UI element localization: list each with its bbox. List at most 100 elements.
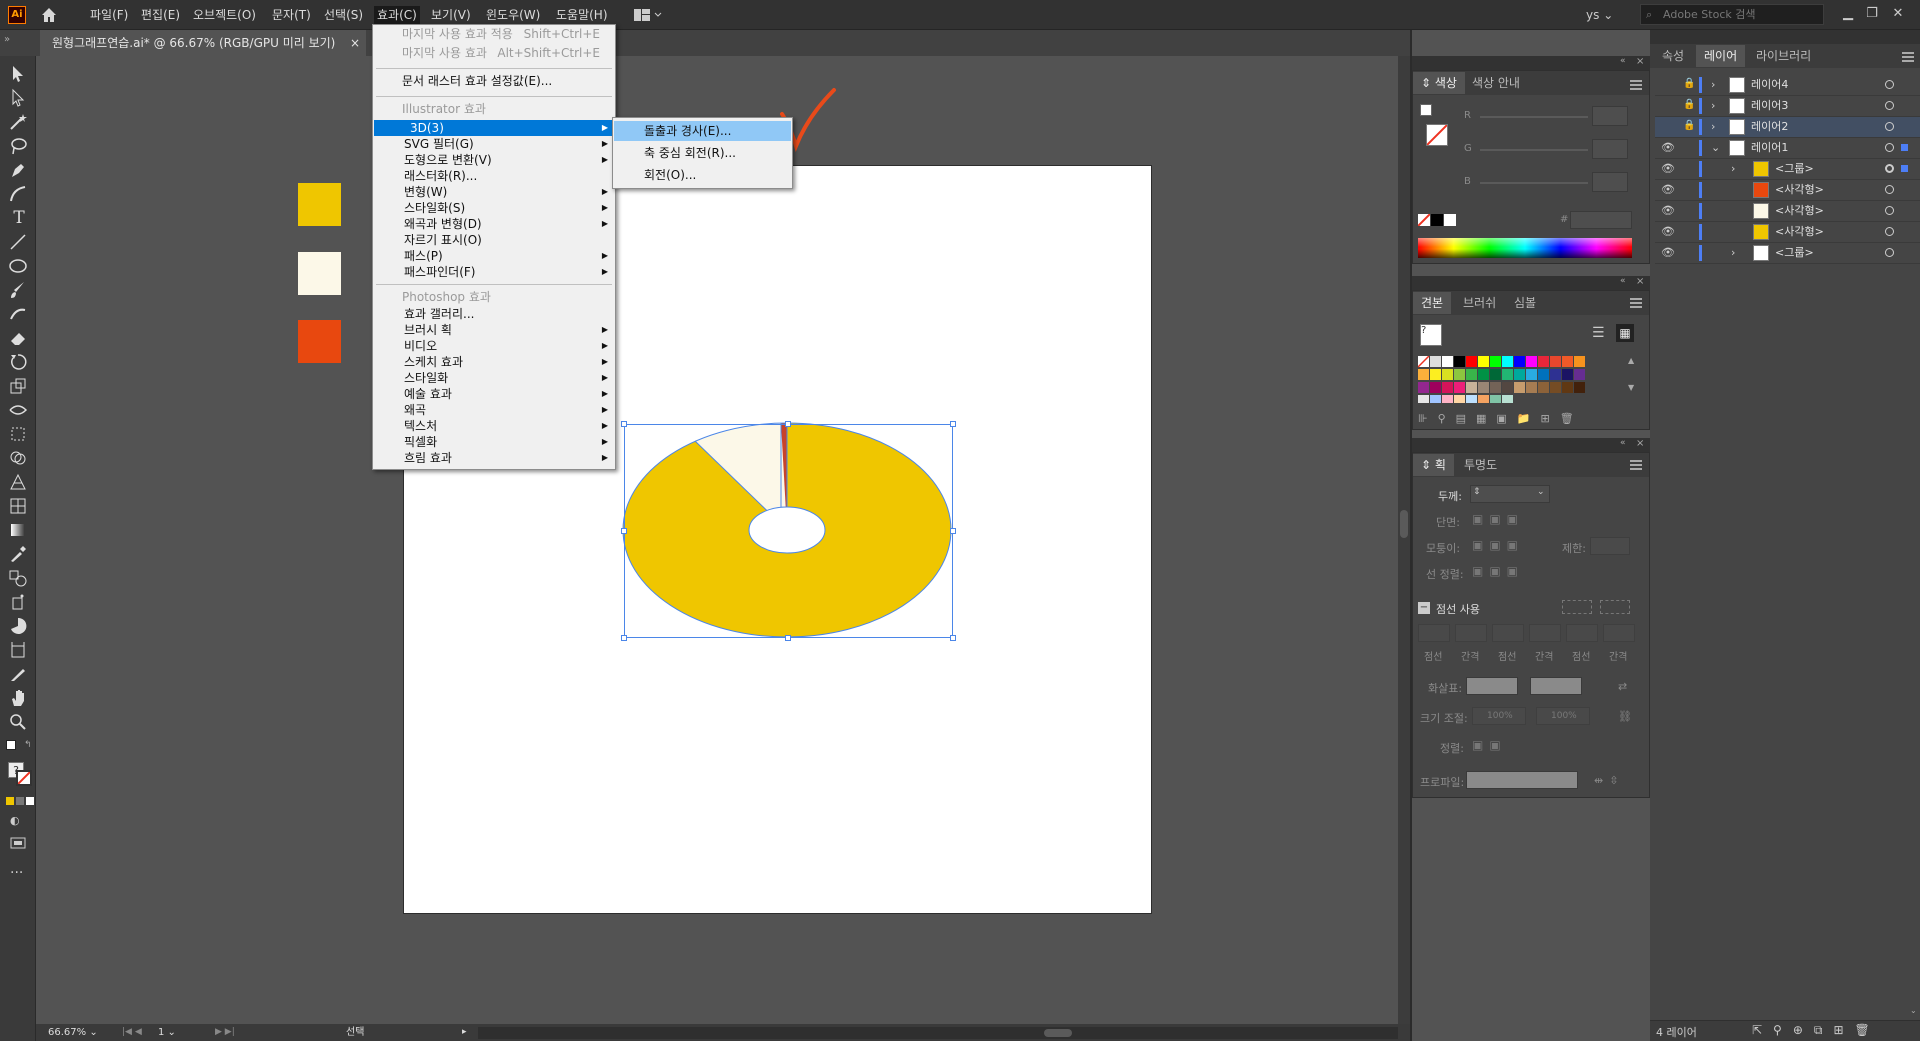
menu-item-warp[interactable]: 왜곡과 변형(D) ▶ [374,216,614,232]
eye-icon[interactable]: 👁 [1661,226,1675,238]
menu-item-artistic[interactable]: 예술 효과 ▶ [374,386,614,402]
scrollbar-thumb[interactable] [1400,510,1408,538]
home-icon[interactable] [40,6,58,24]
limit-field[interactable] [1590,537,1630,555]
gradient-tool-icon[interactable] [8,520,30,540]
menu-item-rotate[interactable]: 회전(O)... [614,165,791,185]
menu-item-last-effect[interactable]: 마지막 사용 효과 Alt+Shift+Ctrl+E [374,45,614,61]
close-panels-icon[interactable]: × [1636,56,1644,67]
minimize-icon[interactable]: ▁ [1838,4,1858,24]
draw-mode-icon[interactable]: ◐ [10,814,26,828]
stepper-icon[interactable]: ⇕ [1473,487,1481,497]
eyedropper-tool-icon[interactable] [8,544,30,564]
close-panels-icon[interactable]: × [1636,276,1644,287]
menu-item-path[interactable]: 패스(P) ▶ [374,248,614,264]
tab-brushes[interactable]: 브러쉬 [1455,292,1504,314]
menu-item-stylize[interactable]: 스타일화(S) ▶ [374,200,614,216]
hex-field[interactable] [1570,211,1632,229]
layer-row[interactable]: 👁 <사각형> [1655,222,1920,243]
panel-menu-icon[interactable] [1630,460,1642,470]
menu-help[interactable]: 도움말(H) [553,6,611,24]
profile-select[interactable] [1466,771,1578,789]
arrow-align-buttons[interactable]: ▣▣ [1472,738,1512,754]
line-tool-icon[interactable] [8,232,30,252]
collapse-panels-icon[interactable]: « [1620,438,1626,448]
graph-tool-icon[interactable] [8,616,30,636]
lock-icon[interactable]: 🔒 [1683,120,1695,132]
shaper-tool-icon[interactable] [8,304,30,324]
target-icon[interactable] [1885,185,1894,194]
menu-item-distort[interactable]: 왜곡 ▶ [374,402,614,418]
panel-menu-icon[interactable] [1902,52,1914,62]
dash-field[interactable] [1566,624,1598,642]
selection-handle[interactable] [621,528,627,534]
user-account[interactable]: ys ⌄ [1586,6,1626,24]
grid-view-icon[interactable]: ▦ [1616,324,1634,342]
mesh-tool-icon[interactable] [8,496,30,516]
more-tools-icon[interactable]: ··· [10,866,30,882]
document-tab[interactable]: 원형그래프연습.ai* @ 66.67% (RGB/GPU 미리 보기) [40,30,366,56]
eye-icon[interactable]: 👁 [1661,205,1675,217]
collapse-toolbar-icon[interactable]: » [4,34,18,48]
menu-item-pixelate[interactable]: 픽셀화 ▶ [374,434,614,450]
tab-swatches[interactable]: 견본 [1413,292,1452,314]
direct-selection-tool-icon[interactable] [8,88,30,108]
layers-scrollbar[interactable]: ⌄ [1910,76,1918,1016]
end-arrowhead-select[interactable] [1530,677,1582,695]
menu-effect[interactable]: 효과(C) [374,6,420,24]
none-swatch-icon[interactable] [1417,213,1431,227]
dash-align-icon[interactable] [1600,600,1630,614]
chevron-right-icon[interactable]: › [1711,119,1721,135]
black-swatch[interactable] [1431,214,1443,226]
vertical-scrollbar[interactable] [1398,56,1410,1024]
artboard-number[interactable]: 1 ⌄ [158,1025,208,1040]
eye-icon[interactable]: 👁 [1661,247,1675,259]
corner-buttons[interactable]: ▣▣▣ [1472,538,1528,554]
menu-item-revolve[interactable]: 축 중심 회전(R)... [614,143,791,163]
menu-item-brush-strokes[interactable]: 브러시 획 ▶ [374,322,614,338]
menu-view[interactable]: 보기(V) [428,6,474,24]
r-slider[interactable] [1480,116,1588,118]
status-menu-arrow-icon[interactable]: ▸ [462,1025,470,1040]
menu-object[interactable]: 오브젝트(O) [190,6,259,24]
swatch-footer-icons[interactable]: ⊪⚲▤▦▣📁⊞🗑 [1418,412,1638,426]
tab-layers[interactable]: 레이어 [1696,45,1746,67]
swap-arrowheads-icon[interactable]: ⇄ [1618,680,1627,693]
selection-handle[interactable] [785,635,791,641]
r-value-field[interactable] [1592,106,1628,126]
selection-handle[interactable] [950,635,956,641]
selection-handle[interactable] [950,528,956,534]
pen-tool-icon[interactable] [8,160,30,180]
selection-handle[interactable] [950,421,956,427]
color-chip-cream[interactable] [298,252,341,295]
close-icon[interactable]: × [350,30,364,56]
stroke-weight-field[interactable]: ⇕ ⌄ [1470,485,1550,503]
layer-row[interactable]: 🔒 › 레이어3 [1655,96,1920,117]
workspace-switcher-icon[interactable] [634,8,662,22]
selection-indicator[interactable] [1901,165,1908,172]
blend-tool-icon[interactable] [8,568,30,588]
gap-field[interactable] [1455,624,1487,642]
target-icon[interactable] [1885,248,1894,257]
stock-search-input[interactable]: ⌕ Adobe Stock 검색 [1640,4,1824,25]
eye-icon[interactable]: 👁 [1661,142,1675,154]
symbol-sprayer-tool-icon[interactable] [8,592,30,612]
menu-item-raster-settings[interactable]: 문서 래스터 효과 설정값(E)... [374,73,614,89]
flip-profile-icons[interactable]: ⇹⇳ [1594,774,1624,787]
chevron-down-icon[interactable]: ⌄ [1711,140,1721,156]
b-value-field[interactable] [1592,172,1628,192]
target-icon[interactable] [1885,227,1894,236]
eraser-tool-icon[interactable] [8,328,30,348]
tab-properties[interactable]: 속성 [1654,45,1692,67]
selection-handle[interactable] [785,421,791,427]
menu-item-extrude-bevel[interactable]: 돌출과 경사(E)... [614,121,791,141]
chevron-right-icon[interactable]: › [1711,98,1721,114]
dash-field[interactable] [1418,624,1450,642]
target-icon[interactable] [1885,101,1894,110]
menu-item-distort-transform[interactable]: 변형(W) ▶ [374,184,614,200]
paintbrush-tool-icon[interactable] [8,280,30,300]
lasso-tool-icon[interactable] [8,136,30,156]
target-icon[interactable] [1885,80,1894,89]
eye-icon[interactable]: 👁 [1661,163,1675,175]
selection-handle[interactable] [621,421,627,427]
